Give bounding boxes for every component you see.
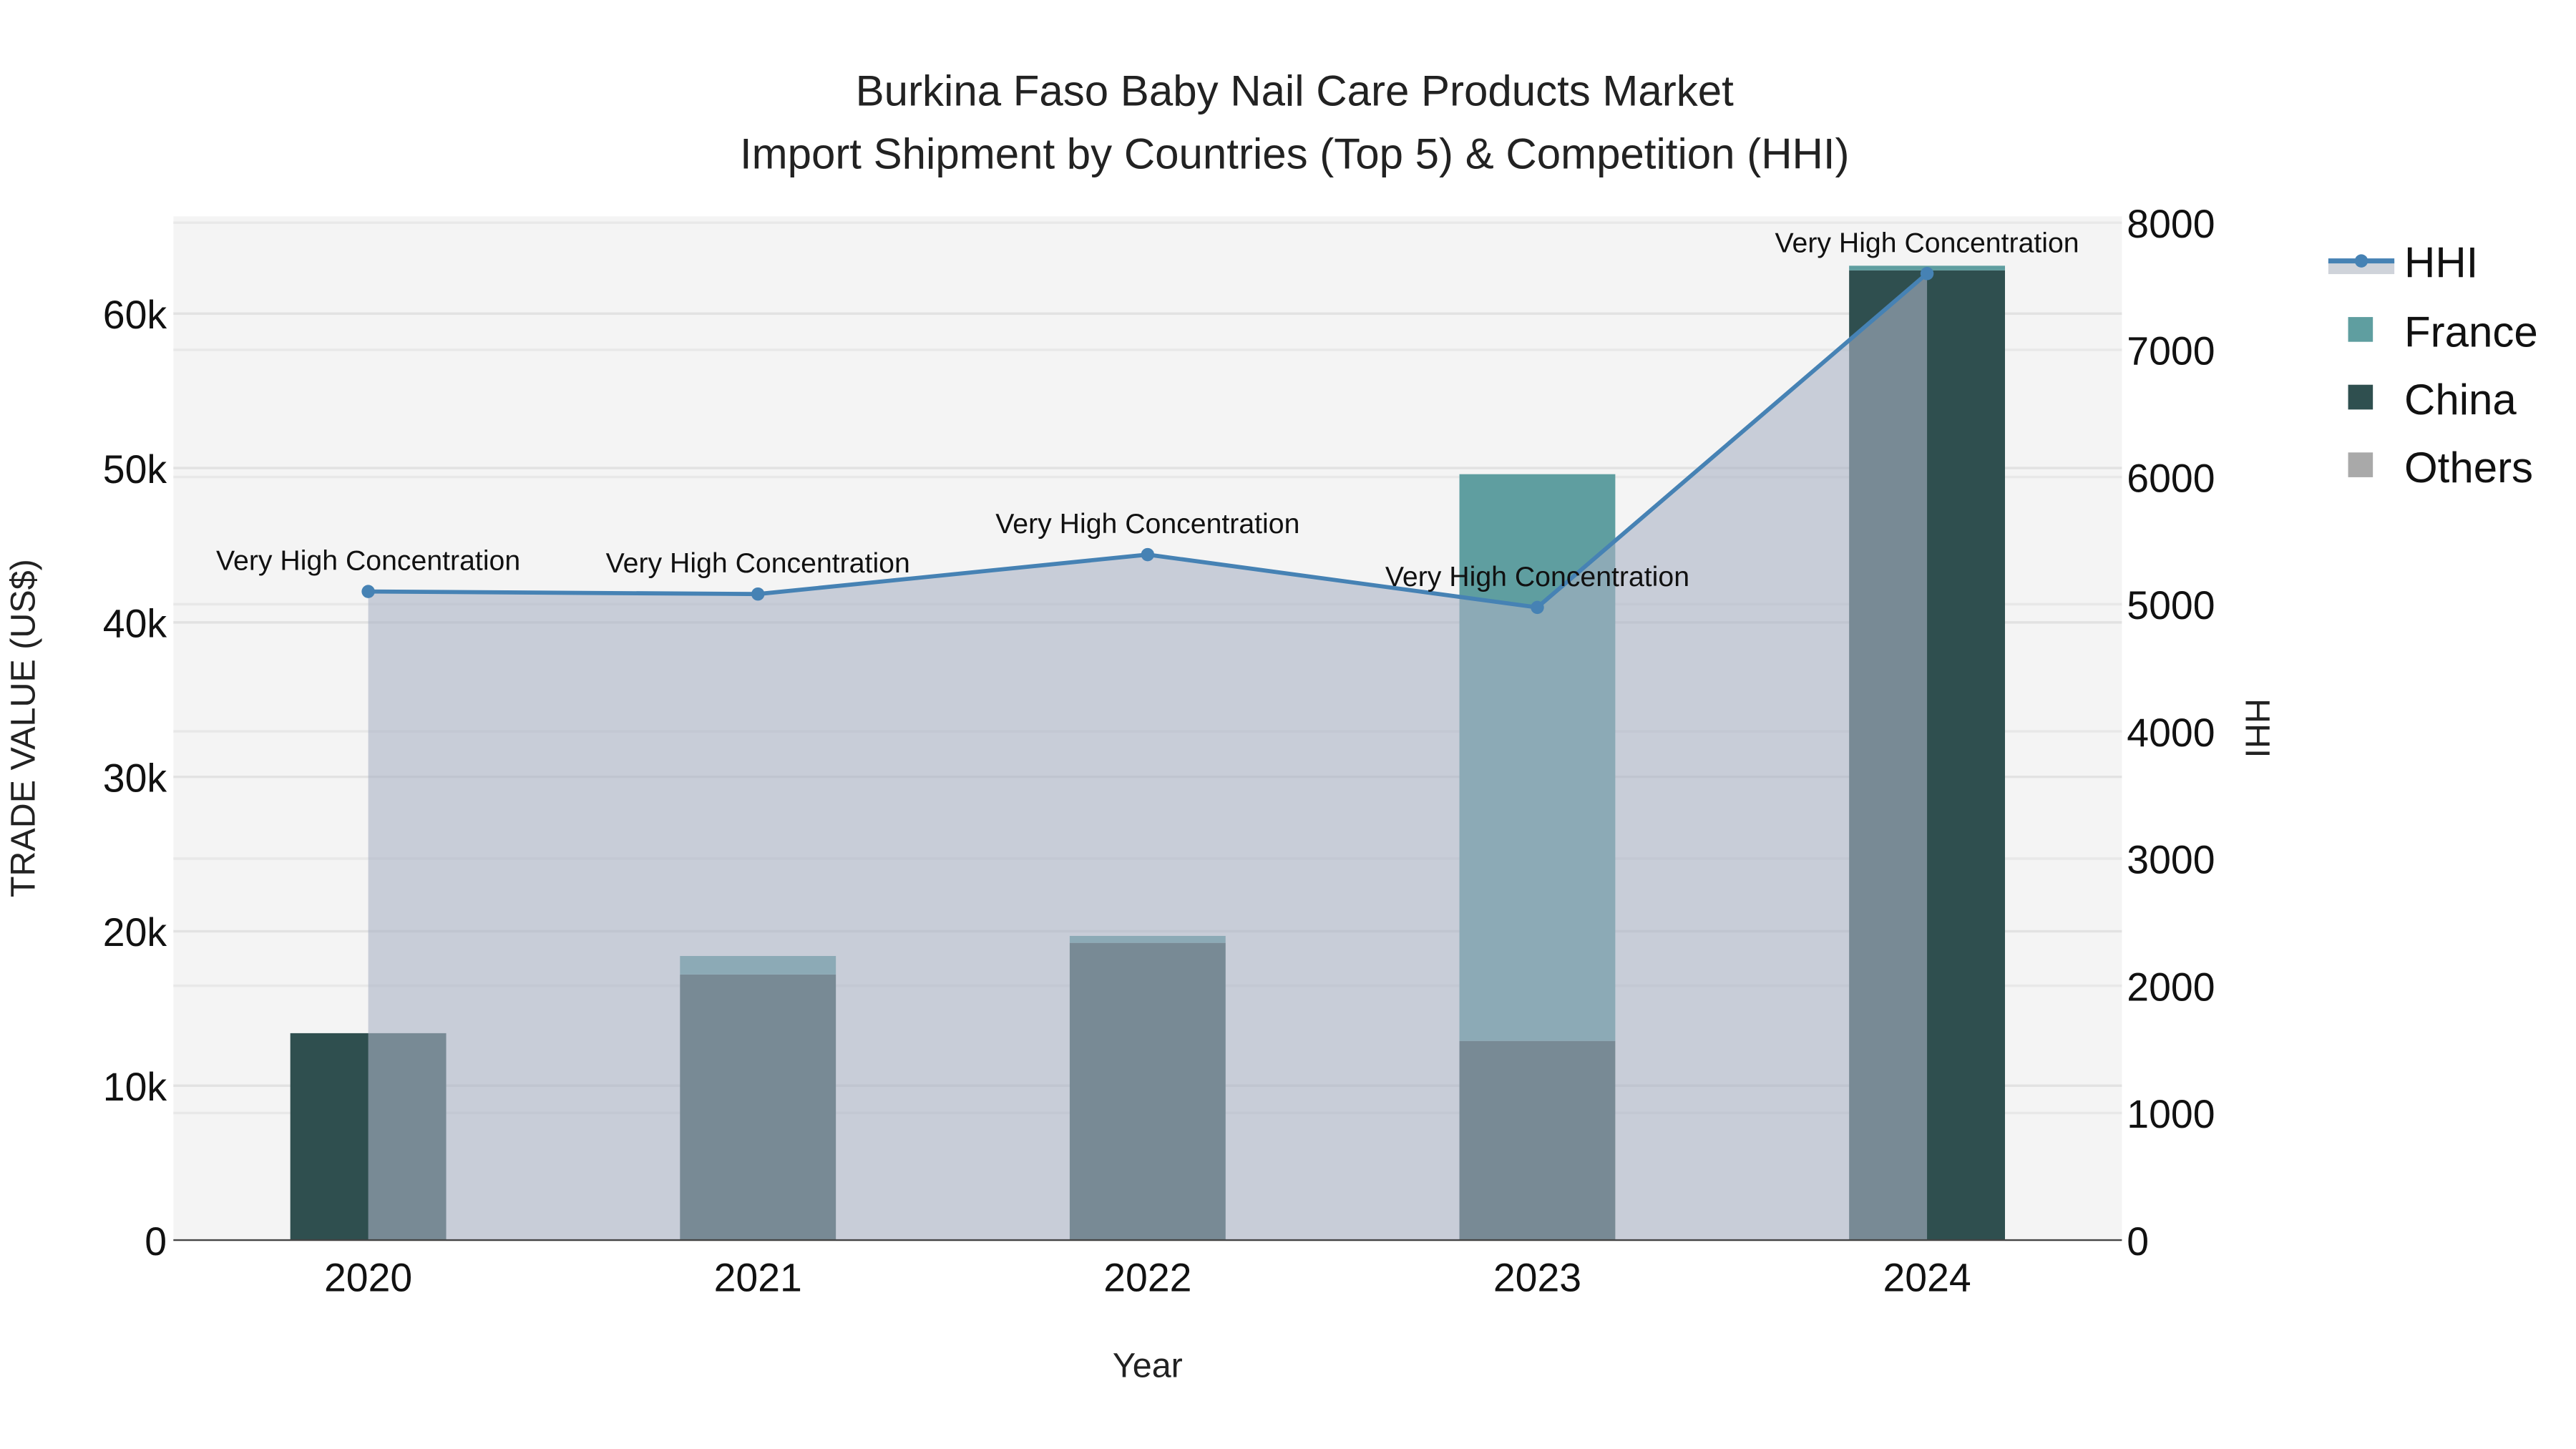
hhi-annotation: Very High Concentration: [216, 545, 520, 577]
chart-subtitle: Import Shipment by Countries (Top 5) & C…: [740, 130, 1850, 177]
y-tick-label: 20k: [103, 910, 167, 955]
y-tick-label: 30k: [103, 756, 167, 800]
y2-tick-label: 6000: [2127, 456, 2215, 500]
legend-item-others[interactable]: Others: [2348, 444, 2534, 492]
legend-item-china[interactable]: China: [2348, 376, 2517, 424]
legend-item-france[interactable]: France: [2348, 308, 2538, 356]
y2-tick-label: 3000: [2127, 838, 2215, 882]
legend-label-hhi: HHI: [2404, 239, 2478, 287]
y-axis-label: TRADE VALUE (US$): [4, 559, 42, 897]
y2-tick-label: 7000: [2127, 329, 2215, 374]
legend-item-hhi[interactable]: HHI: [2328, 239, 2478, 287]
hhi-point: [751, 587, 765, 601]
y2-tick-label: 5000: [2127, 583, 2215, 628]
hhi-point: [1920, 267, 1934, 280]
legend-france-swatch: [2348, 317, 2373, 342]
legend-others-swatch: [2348, 452, 2373, 477]
y-tick-label: 40k: [103, 602, 167, 646]
chart-title: Burkina Faso Baby Nail Care Products Mar…: [856, 67, 1734, 115]
y-tick-label: 60k: [103, 293, 167, 337]
hhi-point: [361, 585, 375, 598]
y-tick-label: 50k: [103, 447, 167, 492]
y-axis-ticks: 0 10k 20k 30k 40k 50k 60k: [103, 293, 167, 1264]
hhi-annotation: Very High Concentration: [1385, 561, 1689, 592]
hhi-point: [1141, 547, 1155, 562]
y2-axis-label: HHI: [2238, 698, 2276, 758]
hhi-point: [1531, 600, 1544, 615]
x-tick-label: 2024: [1883, 1256, 1971, 1300]
x-tick-label: 2021: [714, 1256, 802, 1300]
x-tick-label: 2023: [1493, 1256, 1581, 1300]
legend-label-others: Others: [2404, 444, 2533, 492]
y2-axis-ticks: 0 1000 2000 3000 4000 5000 6000 7000 8000: [2127, 202, 2215, 1264]
y2-tick-label: 8000: [2127, 202, 2215, 246]
legend-label-china: China: [2404, 376, 2517, 424]
y2-tick-label: 2000: [2127, 965, 2215, 1009]
y-tick-label: 0: [145, 1219, 167, 1264]
legend-label-france: France: [2404, 308, 2538, 356]
hhi-annotation: Very High Concentration: [606, 547, 910, 579]
x-axis-label: Year: [1113, 1347, 1183, 1385]
chart: Very High Concentration Very High Concent…: [4, 67, 2538, 1385]
y2-tick-label: 0: [2127, 1219, 2149, 1264]
legend: HHI France China Others: [2328, 239, 2538, 492]
legend-china-swatch: [2348, 384, 2373, 410]
y2-tick-label: 4000: [2127, 711, 2215, 755]
hhi-annotation: Very High Concentration: [995, 508, 1299, 540]
y2-tick-label: 1000: [2127, 1092, 2215, 1136]
hhi-annotation: Very High Concentration: [1775, 227, 2079, 258]
x-tick-label: 2020: [324, 1256, 412, 1300]
x-tick-label: 2022: [1103, 1256, 1191, 1300]
legend-hhi-marker-icon: [2354, 254, 2368, 268]
y-tick-label: 10k: [103, 1065, 167, 1109]
x-axis-ticks: 2020 2021 2022 2023 2024: [324, 1256, 1971, 1300]
